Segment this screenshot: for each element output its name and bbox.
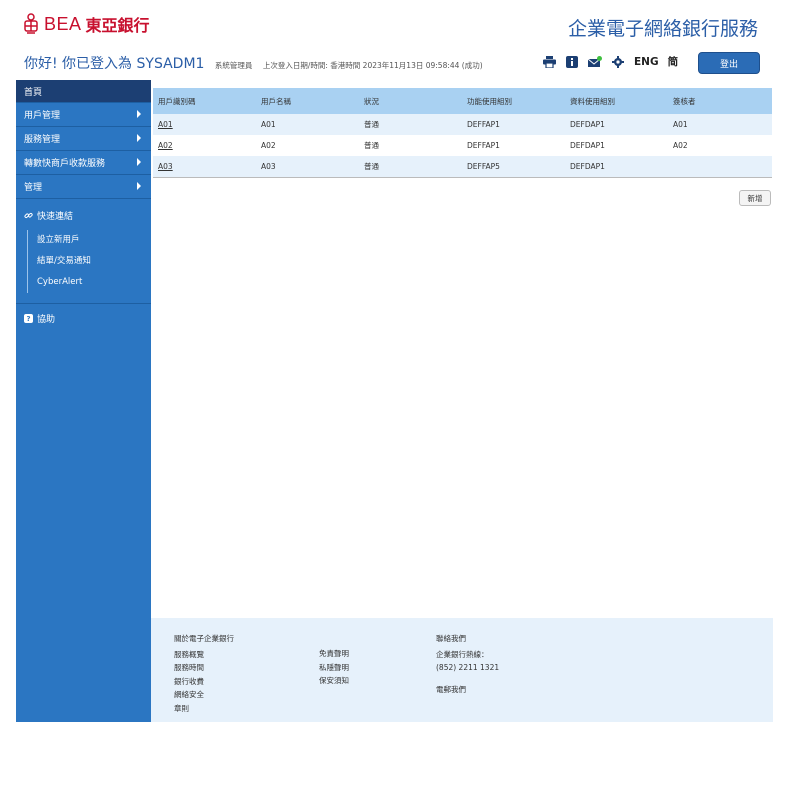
help-label: 協助	[37, 315, 56, 325]
email-us-link[interactable]: 電郵我們	[436, 683, 499, 697]
footer: 關於電子企業銀行 服務概覽 服務時間 銀行收費 網絡安全 章則 免責聲明 私隱聲…	[151, 618, 773, 722]
footer-contact-title: 聯絡我們	[436, 634, 466, 643]
quick-link-cyberalert[interactable]: CyberAlert	[37, 272, 143, 293]
sidebar-item-label: 首頁	[24, 87, 43, 98]
greeting-text: 你好! 你已登入為 SYSADM1	[24, 56, 205, 72]
sidebar: 首頁 用戶管理 服務管理 轉數快商戶收款服務 管理 快速連結 設立新用戶 結單/…	[16, 80, 151, 722]
lang-simplified-link[interactable]: 简	[668, 54, 679, 69]
table-cell: 普通	[364, 162, 379, 171]
footer-link[interactable]: 服務概覽	[174, 648, 234, 662]
footer-link[interactable]: 服務時間	[174, 661, 234, 675]
footer-link[interactable]: 私隱聲明	[319, 661, 349, 675]
hotline-label: 企業銀行熱線：	[436, 649, 489, 659]
column-header-user-name: 用戶名稱	[261, 96, 291, 106]
table-cell: A02	[261, 141, 276, 150]
user-id-link[interactable]: A02	[158, 141, 173, 150]
quick-links-label: 快速連結	[37, 212, 74, 222]
sidebar-item-user-management[interactable]: 用戶管理	[16, 103, 151, 127]
table-cell: 普通	[364, 120, 379, 129]
table-cell: DEFFAP1	[467, 120, 500, 129]
table-cell: DEFDAP1	[570, 141, 605, 150]
toolbar: ENG 简	[542, 54, 678, 69]
table-cell: A02	[673, 141, 688, 150]
help-icon: ?	[24, 314, 33, 323]
sidebar-item-admin[interactable]: 管理	[16, 175, 151, 199]
last-login: 上次登入日期/時間: 香港時間 2023年11月13日 09:58:44 (成功…	[262, 61, 483, 70]
quick-links: 快速連結 設立新用戶 結單/交易通知 CyberAlert	[16, 199, 151, 304]
footer-about-title: 關於電子企業銀行	[174, 634, 234, 643]
main-content: 用戶識別碼 用戶名稱 狀況 功能使用組別 資料使用組別 簽核者 A01 A01 …	[153, 88, 772, 178]
table-row: A02 A02 普通 DEFFAP1 DEFDAP1 A02	[153, 135, 772, 156]
column-header-status: 狀況	[364, 96, 379, 106]
column-header-approver: 簽核者	[673, 96, 696, 106]
table-cell: DEFDAP1	[570, 120, 605, 129]
header: BEA 東亞銀行 企業電子網絡銀行服務	[0, 0, 800, 50]
quick-link-statement-notice[interactable]: 結單/交易通知	[37, 251, 143, 272]
table-cell: DEFFAP5	[467, 162, 500, 171]
bank-logo[interactable]: BEA 東亞銀行	[22, 12, 150, 36]
bea-emblem-icon	[24, 13, 38, 34]
table-row: A01 A01 普通 DEFFAP1 DEFDAP1 A01	[153, 114, 772, 135]
footer-about-column: 關於電子企業銀行 服務概覽 服務時間 銀行收費 網絡安全 章則	[174, 632, 234, 715]
column-header-user-id: 用戶識別碼	[158, 96, 196, 106]
link-icon	[24, 212, 33, 219]
welcome-bar: 你好! 你已登入為 SYSADM1 系統管理員 上次登入日期/時間: 香港時間 …	[0, 50, 800, 76]
sidebar-item-home[interactable]: 首頁	[16, 80, 151, 103]
table-cell: A01	[673, 120, 688, 129]
table-cell: 普通	[364, 141, 379, 150]
service-title: 企業電子網絡銀行服務	[567, 18, 758, 40]
logo-text-cn: 東亞銀行	[85, 16, 150, 35]
column-header-function-group: 功能使用組別	[467, 96, 512, 106]
gear-icon[interactable]	[611, 55, 625, 69]
table-header-row: 用戶識別碼 用戶名稱 狀況 功能使用組別 資料使用組別 簽核者	[153, 88, 772, 114]
help-link[interactable]: ? 協助	[16, 304, 151, 333]
user-id-link[interactable]: A03	[158, 162, 173, 171]
sidebar-item-label: 用戶管理	[24, 111, 61, 121]
lang-english-link[interactable]: ENG	[634, 56, 659, 68]
footer-link[interactable]: 網絡安全	[174, 688, 234, 702]
table-cell: DEFFAP1	[467, 141, 500, 150]
table-divider	[153, 177, 772, 178]
chevron-right-icon	[137, 182, 141, 190]
sidebar-item-fps-merchant[interactable]: 轉數快商戶收款服務	[16, 151, 151, 175]
quick-link-new-user[interactable]: 設立新用戶	[37, 230, 143, 251]
print-icon[interactable]	[542, 55, 556, 69]
logout-button[interactable]: 登出	[698, 52, 760, 74]
user-id-link[interactable]: A01	[158, 120, 173, 129]
chevron-right-icon	[137, 110, 141, 118]
add-user-button[interactable]: 新增	[739, 190, 771, 206]
chevron-right-icon	[137, 134, 141, 142]
column-header-data-group: 資料使用組別	[570, 96, 615, 106]
greeting: 你好! 你已登入為 SYSADM1 系統管理員 上次登入日期/時間: 香港時間 …	[24, 53, 483, 73]
table-cell	[668, 156, 772, 177]
info-icon[interactable]	[565, 55, 579, 69]
chevron-right-icon	[137, 158, 141, 166]
footer-link[interactable]: 章則	[174, 702, 234, 716]
user-role: 系統管理員	[214, 61, 253, 70]
sidebar-item-label: 服務管理	[24, 135, 61, 145]
logo-text-en: BEA	[44, 13, 82, 34]
sidebar-item-service-management[interactable]: 服務管理	[16, 127, 151, 151]
sidebar-item-label: 管理	[24, 183, 43, 193]
footer-legal-column: 免責聲明 私隱聲明 保安須知	[319, 647, 349, 688]
hotline-number: (852) 2211 1321	[436, 663, 500, 672]
user-table: 用戶識別碼 用戶名稱 狀況 功能使用組別 資料使用組別 簽核者 A01 A01 …	[153, 88, 772, 177]
table-cell: A03	[261, 162, 276, 171]
table-cell: DEFDAP1	[570, 162, 605, 171]
mail-icon[interactable]	[588, 55, 602, 69]
sidebar-item-label: 轉數快商戶收款服務	[24, 159, 106, 169]
quick-links-title: 快速連結	[24, 209, 143, 222]
table-cell: A01	[261, 120, 276, 129]
footer-contact-column: 聯絡我們 企業銀行熱線： (852) 2211 1321 電郵我們	[436, 632, 499, 696]
footer-link[interactable]: 銀行收費	[174, 675, 234, 689]
footer-link[interactable]: 免責聲明	[319, 647, 349, 661]
table-row: A03 A03 普通 DEFFAP5 DEFDAP1	[153, 156, 772, 177]
footer-link[interactable]: 保安須知	[319, 674, 349, 688]
